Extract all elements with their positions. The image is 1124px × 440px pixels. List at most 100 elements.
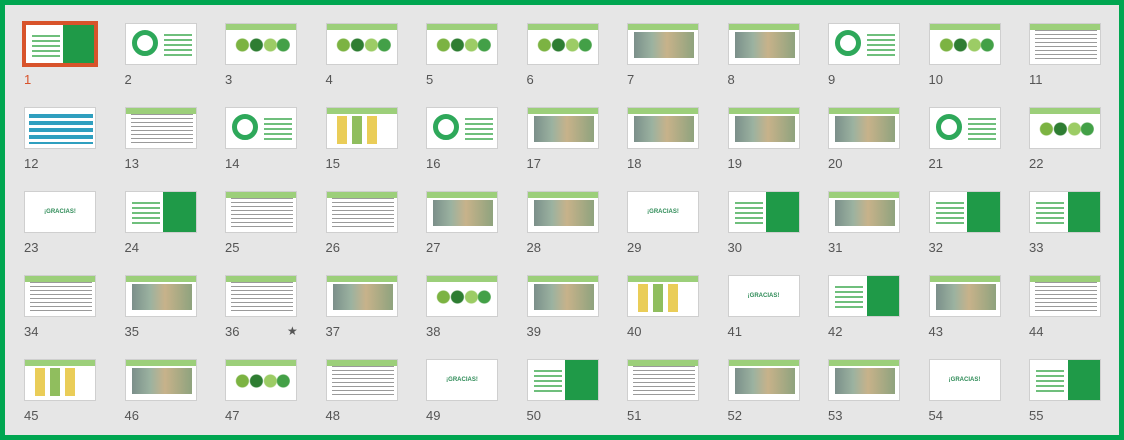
slide-thumbnail-38[interactable]: 38 <box>419 271 519 355</box>
slide-thumbnail-13[interactable]: 13 <box>118 103 218 187</box>
slide-preview[interactable] <box>1029 23 1101 65</box>
slide-thumbnail-34[interactable]: 34 <box>17 271 117 355</box>
slide-thumbnail-52[interactable]: 52 <box>721 355 821 439</box>
slide-preview[interactable] <box>526 191 599 233</box>
slide-thumbnail-37[interactable]: 37 <box>319 271 419 355</box>
slide-thumbnail-15[interactable]: 15 <box>319 103 419 187</box>
slide-thumbnail-45[interactable]: 45 <box>17 355 117 439</box>
slide-thumbnail-47[interactable]: 47 <box>218 355 318 439</box>
slide-preview[interactable] <box>124 359 197 401</box>
slide-preview[interactable] <box>426 275 498 317</box>
slide-thumbnail-12[interactable]: 12 <box>17 103 117 187</box>
slide-preview[interactable] <box>24 275 96 317</box>
slide-thumbnail-9[interactable]: 9 <box>821 19 921 103</box>
slide-thumbnail-32[interactable]: 32 <box>922 187 1022 271</box>
slide-thumbnail-6[interactable]: 6 <box>520 19 620 103</box>
slide-preview[interactable] <box>526 23 599 65</box>
slide-thumbnail-46[interactable]: 46 <box>118 355 218 439</box>
slide-thumbnail-54[interactable]: ¡GRACIAS! 54 <box>922 355 1022 439</box>
slide-thumbnail-10[interactable]: 10 <box>922 19 1022 103</box>
slide-preview[interactable] <box>124 191 197 233</box>
slide-preview[interactable] <box>727 23 800 65</box>
slide-preview[interactable] <box>828 359 900 401</box>
slide-preview[interactable]: ¡GRACIAS! <box>426 359 498 401</box>
slide-thumbnail-7[interactable]: 7 <box>620 19 720 103</box>
slide-preview[interactable] <box>928 191 1001 233</box>
slide-thumbnail-21[interactable]: 21 <box>922 103 1022 187</box>
slide-thumbnail-2[interactable]: 2 <box>118 19 218 103</box>
slide-thumbnail-4[interactable]: 4 <box>319 19 419 103</box>
slide-preview[interactable] <box>325 359 398 401</box>
slide-thumbnail-50[interactable]: 50 <box>520 355 620 439</box>
slide-preview[interactable] <box>325 23 398 65</box>
slide-thumbnail-20[interactable]: 20 <box>821 103 921 187</box>
slide-preview[interactable]: ¡GRACIAS! <box>928 359 1001 401</box>
slide-preview[interactable] <box>627 275 699 317</box>
slide-thumbnail-43[interactable]: 43 <box>922 271 1022 355</box>
slide-thumbnail-51[interactable]: 51 <box>620 355 720 439</box>
slide-thumbnail-40[interactable]: 40 <box>620 271 720 355</box>
slide-thumbnail-22[interactable]: 22 <box>1022 103 1122 187</box>
slide-preview[interactable] <box>928 107 1001 149</box>
slide-thumbnail-5[interactable]: 5 <box>419 19 519 103</box>
slide-preview[interactable] <box>526 275 599 317</box>
slide-thumbnail-53[interactable]: 53 <box>821 355 921 439</box>
slide-thumbnail-31[interactable]: 31 <box>821 187 921 271</box>
slide-preview[interactable] <box>828 191 900 233</box>
slide-preview[interactable] <box>24 359 96 401</box>
slide-preview[interactable]: ¡GRACIAS! <box>727 275 800 317</box>
slide-thumbnail-17[interactable]: 17 <box>520 103 620 187</box>
slide-thumbnail-28[interactable]: 28 <box>520 187 620 271</box>
slide-preview[interactable] <box>325 275 398 317</box>
slide-thumbnail-18[interactable]: 18 <box>620 103 720 187</box>
slide-preview[interactable] <box>1029 359 1101 401</box>
slide-thumbnail-35[interactable]: 35 <box>118 271 218 355</box>
slide-preview[interactable]: ¡GRACIAS! <box>627 191 699 233</box>
slide-preview[interactable] <box>225 107 297 149</box>
slide-thumbnail-30[interactable]: 30 <box>721 187 821 271</box>
slide-thumbnail-3[interactable]: 3 <box>218 19 318 103</box>
slide-thumbnail-55[interactable]: 55 <box>1022 355 1122 439</box>
slide-preview[interactable] <box>124 275 197 317</box>
slide-preview[interactable] <box>124 107 197 149</box>
slide-preview[interactable] <box>627 359 699 401</box>
slide-thumbnail-29[interactable]: ¡GRACIAS! 29 <box>620 187 720 271</box>
slide-thumbnail-24[interactable]: 24 <box>118 187 218 271</box>
slide-preview[interactable] <box>225 275 297 317</box>
slide-preview[interactable] <box>22 21 98 67</box>
slide-preview[interactable] <box>526 359 599 401</box>
slide-preview[interactable] <box>928 23 1001 65</box>
slide-preview[interactable]: ¡GRACIAS! <box>24 191 96 233</box>
slide-thumbnail-19[interactable]: 19 <box>721 103 821 187</box>
slide-preview[interactable] <box>24 107 96 149</box>
slide-preview[interactable] <box>1029 191 1101 233</box>
slide-thumbnail-27[interactable]: 27 <box>419 187 519 271</box>
slide-thumbnail-33[interactable]: 33 <box>1022 187 1122 271</box>
slide-preview[interactable] <box>225 359 297 401</box>
slide-preview[interactable] <box>325 107 398 149</box>
slide-thumbnail-39[interactable]: 39 <box>520 271 620 355</box>
slide-preview[interactable] <box>828 23 900 65</box>
slide-preview[interactable] <box>828 275 900 317</box>
slide-thumbnail-44[interactable]: 44 <box>1022 271 1122 355</box>
slide-preview[interactable] <box>225 191 297 233</box>
slide-thumbnail-1[interactable]: 1 <box>17 19 117 103</box>
slide-preview[interactable] <box>928 275 1001 317</box>
slide-preview[interactable] <box>1029 107 1101 149</box>
slide-thumbnail-11[interactable]: 11 <box>1022 19 1122 103</box>
slide-thumbnail-23[interactable]: ¡GRACIAS! 23 <box>17 187 117 271</box>
slide-thumbnail-36[interactable]: 36 ★ <box>218 271 318 355</box>
slide-thumbnail-41[interactable]: ¡GRACIAS! 41 <box>721 271 821 355</box>
slide-thumbnail-49[interactable]: ¡GRACIAS! 49 <box>419 355 519 439</box>
slide-thumbnail-26[interactable]: 26 <box>319 187 419 271</box>
slide-thumbnail-8[interactable]: 8 <box>721 19 821 103</box>
slide-thumbnail-25[interactable]: 25 <box>218 187 318 271</box>
slide-preview[interactable] <box>1029 275 1101 317</box>
slide-preview[interactable] <box>124 23 197 65</box>
slide-preview[interactable] <box>727 191 800 233</box>
slide-preview[interactable] <box>627 107 699 149</box>
slide-preview[interactable] <box>627 23 699 65</box>
slide-preview[interactable] <box>727 107 800 149</box>
slide-thumbnail-42[interactable]: 42 <box>821 271 921 355</box>
slide-preview[interactable] <box>727 359 800 401</box>
